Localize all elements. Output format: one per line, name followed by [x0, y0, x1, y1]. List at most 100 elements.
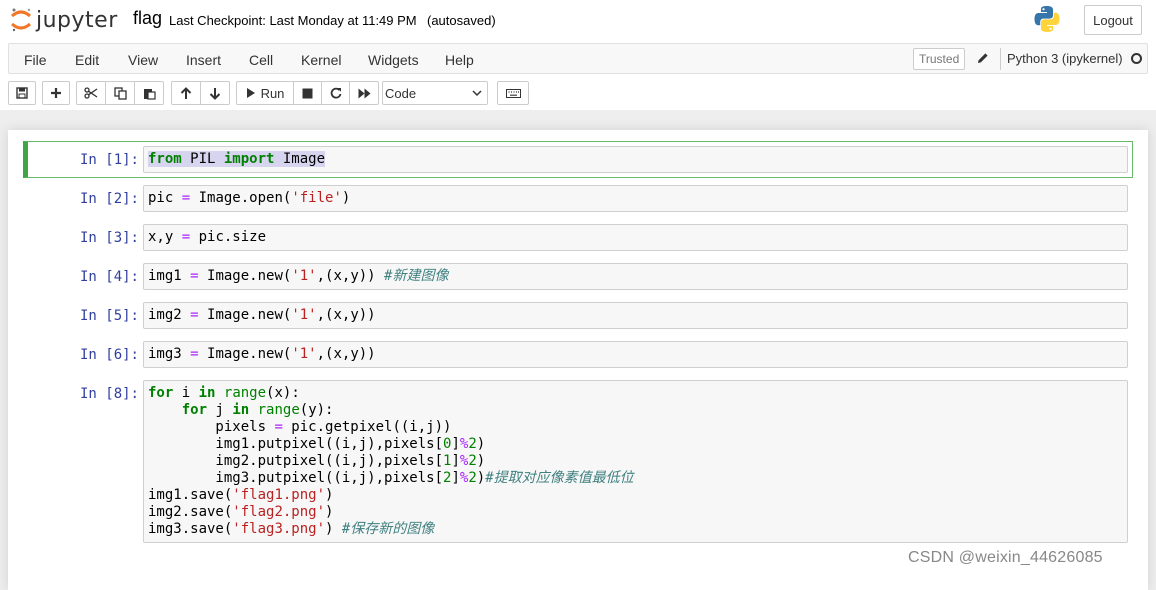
- code-line: img1.putpixel((i,j),pixels[0]%2): [148, 436, 1123, 453]
- autosave-status: (autosaved): [427, 13, 496, 28]
- jupyter-logo[interactable]: jupyter: [10, 4, 118, 36]
- code-token: j: [207, 402, 233, 418]
- paste-button[interactable]: [134, 81, 164, 105]
- code-token: pic.size: [190, 229, 267, 245]
- code-line: img2.putpixel((i,j),pixels[1]%2): [148, 453, 1123, 470]
- menu-kernel[interactable]: Kernel: [301, 52, 341, 68]
- code-token: img3.putpixel((i,j),pixels[: [148, 470, 444, 486]
- code-line: from PIL import Image: [148, 151, 1123, 168]
- kernel-idle-icon: [1131, 53, 1142, 64]
- interrupt-button[interactable]: [293, 81, 322, 105]
- code-input-area[interactable]: from PIL import Image: [143, 146, 1128, 173]
- code-token: #保存新的图像: [341, 521, 435, 537]
- code-token: =: [274, 419, 283, 435]
- menu-widgets[interactable]: Widgets: [368, 52, 419, 68]
- run-label: Run: [260, 85, 285, 101]
- code-token: '1': [291, 268, 317, 284]
- code-line: img1.save('flag1.png'): [148, 487, 1123, 504]
- code-token: =: [181, 190, 191, 206]
- code-token: pic.getpixel((i,j)): [282, 419, 452, 435]
- code-input-area[interactable]: img3 = Image.new('1',(x,y)): [143, 341, 1128, 368]
- code-token: in: [198, 385, 216, 401]
- code-cell[interactable]: In [6]: img3 = Image.new('1',(x,y)): [23, 336, 1133, 373]
- code-token: ,(x,y)): [316, 346, 376, 362]
- code-input-area[interactable]: x,y = pic.size: [143, 224, 1128, 251]
- code-token: '1': [291, 307, 317, 323]
- kernel-name[interactable]: Python 3 (ipykernel): [1007, 51, 1123, 66]
- menu-help[interactable]: Help: [445, 52, 474, 68]
- code-token: ): [476, 453, 486, 469]
- code-line: img3.putpixel((i,j),pixels[2]%2)#提取对应像素值…: [148, 470, 1123, 487]
- code-token: #新建图像: [384, 268, 449, 284]
- move-down-button[interactable]: [200, 81, 230, 105]
- code-cell[interactable]: In [5]: img2 = Image.new('1',(x,y)): [23, 297, 1133, 334]
- run-button[interactable]: Run: [236, 81, 294, 105]
- trusted-indicator[interactable]: Trusted: [913, 48, 966, 70]
- restart-run-all-button[interactable]: [349, 81, 379, 105]
- code-token: 'file': [291, 190, 342, 206]
- code-token: ]: [451, 453, 460, 469]
- code-input-area[interactable]: img1 = Image.new('1',(x,y)) #新建图像: [143, 263, 1128, 290]
- code-input-area[interactable]: for i in range(x): for j in range(y): pi…: [143, 380, 1128, 543]
- play-icon: [246, 88, 255, 98]
- kernel-separator: [1000, 48, 1001, 70]
- code-cell[interactable]: In [1]: from PIL import Image: [23, 141, 1133, 178]
- code-line: x,y = pic.size: [148, 229, 1123, 246]
- code-token: 'flag3.png': [232, 521, 326, 537]
- cut-button[interactable]: [76, 81, 106, 105]
- code-line: img2 = Image.new('1',(x,y)): [148, 307, 1123, 324]
- code-line: img2.save('flag2.png'): [148, 504, 1123, 521]
- input-prompt: In [8]:: [79, 386, 139, 402]
- header-bar: jupyter flag Last Checkpoint: Last Monda…: [0, 0, 1156, 40]
- code-token: ,(x,y)): [316, 307, 376, 323]
- code-token: pic: [148, 190, 182, 206]
- code-input-area[interactable]: pic = Image.open('file'): [143, 185, 1128, 212]
- notebook-header: jupyter flag Last Checkpoint: Last Monda…: [0, 0, 1156, 110]
- code-token: =: [190, 268, 199, 284]
- code-cell[interactable]: In [8]: for i in range(x): for j in range…: [23, 375, 1133, 548]
- code-token: (x):: [266, 385, 300, 401]
- code-token: Image.open(: [190, 190, 292, 206]
- code-input-area[interactable]: img2 = Image.new('1',(x,y)): [143, 302, 1128, 329]
- jupyter-logo-icon: [11, 8, 31, 32]
- watermark: CSDN @weixin_44626085: [908, 549, 1103, 566]
- code-token: in: [232, 402, 250, 418]
- code-cell[interactable]: In [4]: img1 = Image.new('1',(x,y)) #新建图像: [23, 258, 1133, 295]
- code-cell[interactable]: In [2]: pic = Image.open('file'): [23, 180, 1133, 217]
- code-token: ]: [451, 470, 460, 486]
- move-up-button[interactable]: [171, 81, 201, 105]
- arrow-down-icon: [209, 87, 221, 100]
- code-line: img1 = Image.new('1',(x,y)) #新建图像: [148, 268, 1123, 285]
- code-cell[interactable]: In [3]: x,y = pic.size: [23, 219, 1133, 256]
- menu-edit[interactable]: Edit: [75, 52, 99, 68]
- menu-insert[interactable]: Insert: [186, 52, 221, 68]
- stop-icon: [302, 88, 313, 98]
- cell-type-select[interactable]: Code: [382, 81, 488, 105]
- selection-highlight: from PIL import Image: [148, 151, 326, 167]
- command-palette-button[interactable]: [497, 81, 529, 105]
- insert-cell-button[interactable]: [42, 81, 70, 105]
- plus-icon: [51, 88, 61, 98]
- notebook-name[interactable]: flag: [133, 8, 162, 29]
- menu-view[interactable]: View: [128, 52, 158, 68]
- code-token: ): [325, 521, 342, 537]
- copy-button[interactable]: [105, 81, 135, 105]
- pencil-icon[interactable]: [975, 50, 991, 66]
- restart-button[interactable]: [321, 81, 350, 105]
- menu-cell[interactable]: Cell: [249, 52, 273, 68]
- chevron-down-icon: [472, 90, 482, 97]
- logout-button[interactable]: Logout: [1084, 5, 1142, 35]
- code-token: ): [325, 487, 334, 503]
- code-token: ): [476, 470, 486, 486]
- copy-icon: [113, 86, 127, 100]
- checkpoint-status: Last Checkpoint: Last Monday at 11:49 PM: [169, 13, 417, 28]
- save-button[interactable]: [8, 81, 36, 105]
- code-token: range: [223, 385, 267, 401]
- code-token: img1: [148, 268, 191, 284]
- restart-icon: [330, 87, 341, 99]
- code-token: range: [257, 402, 300, 418]
- menu-file[interactable]: File: [24, 52, 47, 68]
- code-token: Image: [274, 151, 326, 167]
- code-token: Image.new(: [198, 268, 292, 284]
- paste-icon: [143, 88, 156, 100]
